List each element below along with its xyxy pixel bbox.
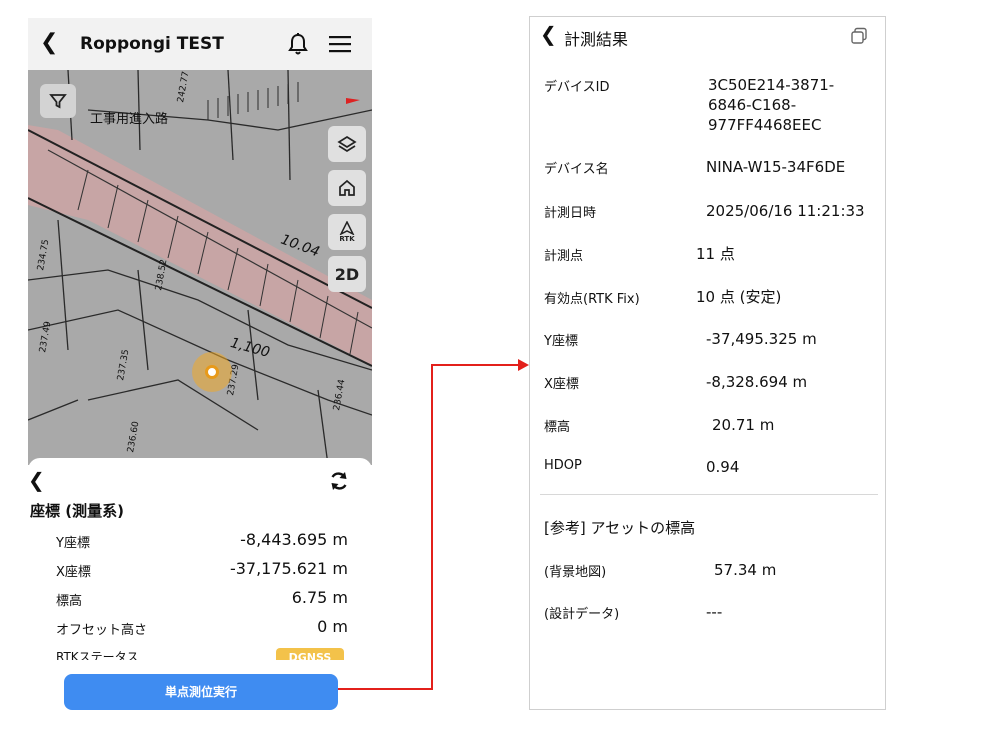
device-id-line: 977FF4468EEC	[708, 116, 822, 134]
measurement-result-screen: ❮ 計測結果 デバイスID 3C50E214-3871- 6846-C168- …	[529, 16, 886, 710]
reference-label: (設計データ)	[544, 607, 620, 622]
result-value: 2025/06/16 11:21:33	[706, 202, 865, 220]
copy-icon[interactable]	[850, 27, 868, 45]
result-label: 計測点	[544, 249, 584, 264]
reference-section-title: [参考] アセットの標高	[544, 519, 696, 537]
result-label: デバイス名	[544, 162, 609, 177]
reference-value: ---	[706, 603, 723, 621]
result-label: X座標	[544, 377, 579, 392]
reference-value: 57.34 m	[714, 561, 777, 579]
result-label: 標高	[544, 420, 571, 435]
result-value: -8,328.694 m	[706, 373, 808, 391]
result-label: HDOP	[544, 458, 582, 473]
page-title: 計測結果	[564, 30, 629, 49]
result-value: -37,495.325 m	[706, 330, 817, 348]
result-value: 0.94	[706, 458, 740, 476]
result-value: NINA-W15-34F6DE	[706, 158, 846, 176]
result-value: 10 点 (安定)	[696, 288, 782, 306]
device-id-line: 3C50E214-3871-	[708, 76, 835, 94]
result-label: デバイスID	[544, 80, 610, 95]
result-label: Y座標	[544, 334, 578, 349]
device-id-line: 6846-C168-	[708, 96, 797, 114]
reference-label: (背景地図)	[544, 565, 607, 580]
result-value: 20.71 m	[712, 416, 775, 434]
result-label: 有効点(RTK Fix)	[544, 292, 640, 307]
result-value: 11 点	[696, 245, 735, 263]
back-icon[interactable]: ❮	[540, 24, 557, 44]
result-label: 計測日時	[544, 206, 597, 221]
divider	[540, 494, 878, 495]
